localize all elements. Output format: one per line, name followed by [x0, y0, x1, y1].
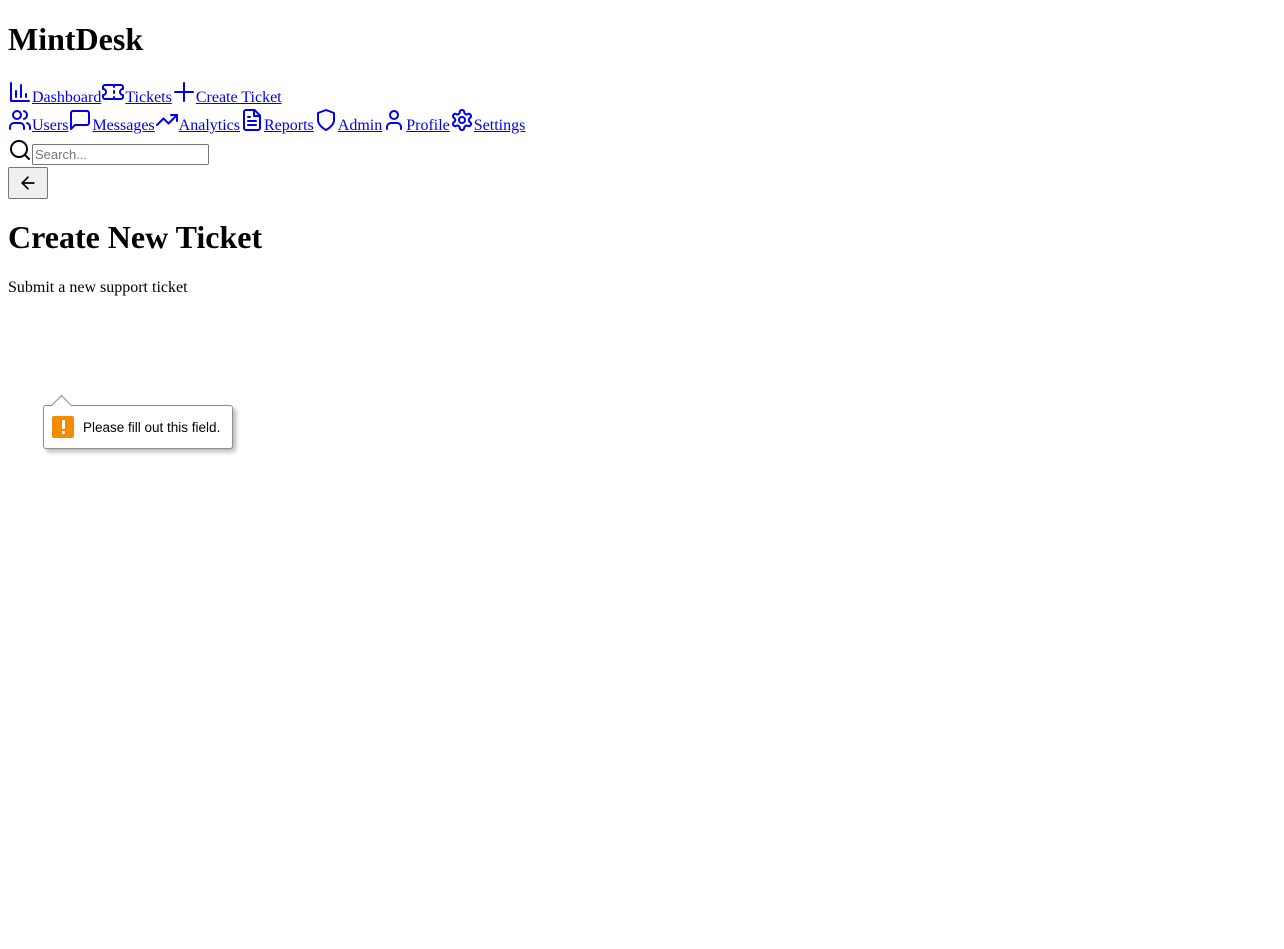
page-subtitle: Submit a new support ticket: [8, 279, 188, 296]
trending-up-icon: [155, 114, 178, 126]
nav-link-reports[interactable]: Reports: [240, 108, 314, 136]
plus-icon: [173, 82, 194, 102]
nav-link-label: Create Ticket: [195, 89, 282, 106]
nav-link-label: Admin: [337, 117, 383, 134]
nav-link-messages[interactable]: Messages: [68, 108, 155, 136]
nav-link-settings[interactable]: Settings: [450, 108, 526, 136]
file-text-icon: [242, 109, 261, 131]
nav-link-users[interactable]: Users: [8, 108, 68, 136]
back-button[interactable]: [8, 167, 48, 199]
nav-link-label: Reports: [263, 117, 314, 134]
warning-icon: [52, 416, 74, 438]
secondary-nav: Users Messages Analytics Reports Admin P…: [8, 108, 525, 136]
page: MintDesk Dashboard Tickets Create Ticket: [0, 0, 1284, 949]
bar-chart-icon: [10, 82, 30, 102]
nav-link-label: Profile: [406, 117, 450, 134]
ticket-icon: [102, 84, 125, 100]
app-title: MintDesk: [8, 21, 144, 57]
nav-link-analytics[interactable]: Analytics: [155, 108, 240, 136]
primary-nav: Dashboard Tickets Create Ticket: [8, 80, 282, 108]
nav-link-profile[interactable]: Profile: [382, 108, 450, 136]
gear-icon: [451, 109, 472, 131]
user-icon: [386, 110, 403, 130]
page-title: Create New Ticket: [8, 219, 263, 255]
shield-icon: [316, 109, 335, 131]
validation-tooltip: Please fill out this field.: [43, 394, 233, 449]
search-icon: [8, 138, 32, 168]
search-bar: [8, 136, 209, 168]
nav-link-label: Users: [32, 117, 69, 134]
tooltip-arrow: [50, 394, 73, 417]
nav-link-tickets[interactable]: Tickets: [101, 80, 172, 108]
users-icon: [9, 110, 31, 130]
nav-link-label: Analytics: [178, 117, 240, 134]
nav-link-create-ticket[interactable]: Create Ticket: [172, 80, 282, 108]
nav-link-label: Messages: [92, 117, 155, 134]
validation-message: Please fill out this field.: [83, 419, 221, 435]
search-input[interactable]: [32, 144, 209, 165]
nav-link-label: Settings: [473, 117, 526, 134]
nav-link-label: Tickets: [125, 89, 172, 106]
nav-link-dashboard[interactable]: Dashboard: [8, 80, 101, 108]
nav-link-label: Dashboard: [32, 89, 102, 106]
nav-link-admin[interactable]: Admin: [314, 108, 382, 136]
arrow-left-icon: [21, 176, 35, 190]
message-icon: [70, 110, 91, 130]
